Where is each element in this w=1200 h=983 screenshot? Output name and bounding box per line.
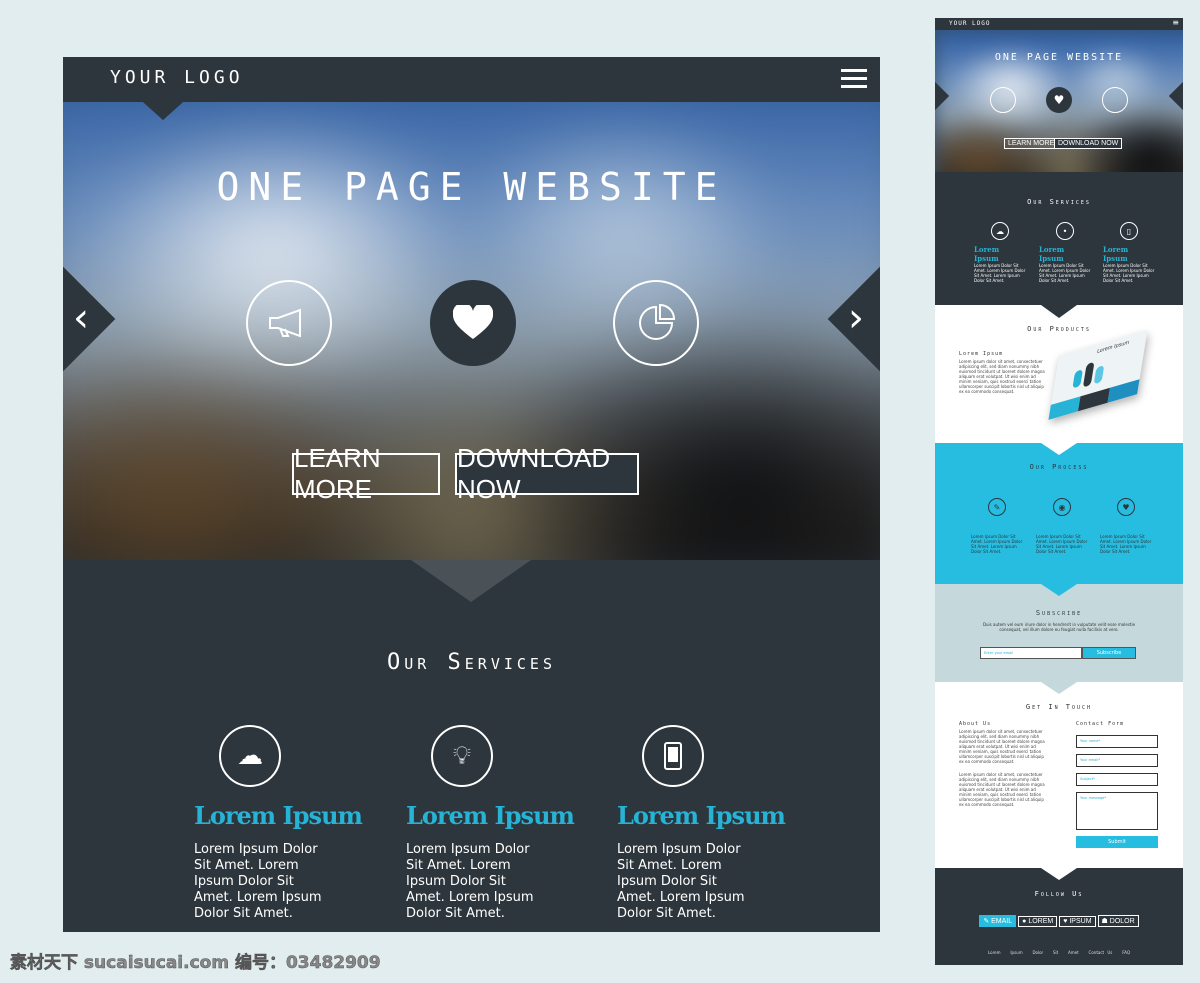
chevron-right-icon[interactable]: › <box>848 295 864 341</box>
mini-contact-title: Get In Touch <box>1025 703 1093 711</box>
footer-link[interactable]: Ipsum <box>1010 950 1022 955</box>
chevron-left-icon[interactable]: ‹ <box>73 295 89 341</box>
mini-hero: ONE PAGE WEBSITE ♥ LEARN MORE DOWNLOAD N… <box>935 30 1183 172</box>
footer-link[interactable]: FAQ <box>1122 950 1130 955</box>
mini-service-text: Lorem Ipsum Dolor Sit Amet. Lorem Ipsum … <box>974 263 1026 283</box>
logo[interactable]: YOUR LOGO <box>110 67 244 88</box>
mini-smartphone-icon: ▯ <box>1120 222 1138 240</box>
mini-submit-button[interactable]: Submit <box>1076 836 1158 848</box>
smartphone-icon <box>642 725 704 787</box>
services-section: Our Services ☁ Lorem Ipsum Lorem Ipsum D… <box>63 560 880 932</box>
service-title: Lorem Ipsum <box>617 801 786 830</box>
mini-navbar: YOUR LOGO ≡ <box>935 18 1183 30</box>
service-text: Lorem Ipsum Dolor Sit Amet. Lorem Ipsum … <box>406 842 534 921</box>
hero-banner: ONE PAGE WEBSITE ‹ › LEARN MORE DOWNLOAD… <box>63 102 880 560</box>
download-now-button[interactable]: DOWNLOAD NOW <box>455 443 639 504</box>
mini-download-button[interactable]: DOWNLOAD NOW <box>1054 138 1123 149</box>
mobile-mockup: YOUR LOGO ≡ ONE PAGE WEBSITE ♥ LEARN MOR… <box>935 18 1183 965</box>
mini-subject-input[interactable]: Subject* <box>1076 773 1158 786</box>
service-title: Lorem Ipsum <box>406 801 575 830</box>
mini-products-subtitle: Lorem Ipsum <box>959 351 1004 357</box>
mini-service-text: Lorem Ipsum Dolor Sit Amet. Lorem Ipsum … <box>1103 263 1155 283</box>
mini-process-text: Lorem Ipsum Dolor Sit Amet. Lorem Ipsum … <box>1100 534 1152 554</box>
service-text: Lorem Ipsum Dolor Sit Amet. Lorem Ipsum … <box>617 842 745 921</box>
mini-edit-icon: ✎ <box>988 498 1006 516</box>
mini-footer: Follow Us ✎ EMAIL ● LOREM ♥ IPSUM ☗ DOLOR L… <box>935 868 1183 965</box>
product-card-image: Lorem Ipsum <box>1048 330 1148 420</box>
heart-icon[interactable] <box>430 280 516 366</box>
mini-learn-more-button[interactable]: LEARN MORE <box>1004 138 1059 149</box>
service-card: ☁ Lorem Ipsum Lorem Ipsum Dolor Sit Amet… <box>194 725 374 922</box>
service-text: Lorem Ipsum Dolor Sit Amet. Lorem Ipsum … <box>194 842 322 921</box>
footer-link[interactable]: Dolor <box>1032 950 1043 955</box>
learn-more-button[interactable]: LEARN MORE <box>292 443 440 504</box>
mini-about-text: Lorem ipsum dolor sit amet, consectetuer… <box>959 729 1045 764</box>
service-card: 💡︎ Lorem Ipsum Lorem Ipsum Dolor Sit Ame… <box>406 725 586 922</box>
watermark: 素材天下 sucaisucai.com 编号：03482909 <box>10 953 381 974</box>
social-ipsum-button[interactable]: ♥ IPSUM <box>1059 916 1096 927</box>
mini-services: Our Services ☁ Lorem Ipsum Lorem Ipsum Dol… <box>935 172 1183 318</box>
navbar: YOUR LOGO <box>63 57 880 120</box>
mini-about-text: Lorem ipsum dolor sit amet, consectetuer… <box>959 772 1045 807</box>
service-card: Lorem Ipsum Lorem Ipsum Dolor Sit Amet. … <box>617 725 797 922</box>
mini-heart-icon[interactable]: ♥ <box>1046 87 1072 113</box>
mini-process-text: Lorem Ipsum Dolor Sit Amet. Lorem Ipsum … <box>971 534 1023 554</box>
social-email-button[interactable]: ✎ EMAIL <box>979 915 1017 927</box>
mini-process-text: Lorem Ipsum Dolor Sit Amet. Lorem Ipsum … <box>1036 534 1088 554</box>
mini-heart-icon: ♥ <box>1117 498 1135 516</box>
mini-subscribe: Subscribe Duis autem vel eum iriure dolo… <box>935 584 1183 682</box>
mini-follow-title: Follow Us <box>1034 890 1084 898</box>
social-lorem-button[interactable]: ● LOREM <box>1018 916 1058 927</box>
footer-link[interactable]: Contact Us <box>1089 950 1113 955</box>
mini-email-input[interactable]: Enter your email <box>980 647 1082 659</box>
mini-eye-icon: ◉ <box>1053 498 1071 516</box>
mini-services-title: Our Services <box>1027 198 1091 206</box>
mini-subscribe-button[interactable]: Subscribe <box>1082 647 1136 659</box>
cloud-icon: ☁ <box>219 725 281 787</box>
services-title: Our Services <box>386 650 556 675</box>
mini-contact-form-title: Contact Form <box>1076 721 1125 727</box>
mini-hero-title: ONE PAGE WEBSITE <box>994 52 1124 63</box>
mini-message-textarea[interactable]: Your message* <box>1076 792 1158 830</box>
megaphone-icon[interactable] <box>246 280 332 366</box>
mini-footer-links: Lorem Ipsum Dolor Sit Amet Contact Us FA… <box>935 950 1183 955</box>
mini-products: Our Products Lorem Ipsum Lorem ipsum dol… <box>935 305 1183 443</box>
footer-link[interactable]: Sit <box>1053 950 1058 955</box>
mini-products-text: Lorem ipsum dolor sit amet, consectetuer… <box>959 359 1045 394</box>
mini-pie-chart-icon[interactable] <box>1102 87 1128 113</box>
mini-logo[interactable]: YOUR LOGO <box>949 20 991 27</box>
main-mockup: YOUR LOGO ONE PAGE WEBSITE ‹ › LEARN MOR… <box>63 57 880 932</box>
social-dolor-button[interactable]: ☗ DOLOR <box>1097 915 1139 927</box>
mini-cloud-icon: ☁ <box>991 222 1009 240</box>
mini-subscribe-text: Duis autem vel eum iriure dolor in hendr… <box>982 622 1136 632</box>
mini-service-text: Lorem Ipsum Dolor Sit Amet. Lorem Ipsum … <box>1039 263 1091 283</box>
pie-chart-icon[interactable] <box>613 280 699 366</box>
mini-megaphone-icon[interactable] <box>990 87 1016 113</box>
hamburger-menu-icon[interactable] <box>841 69 867 89</box>
footer-link[interactable]: Lorem <box>988 950 1001 955</box>
mini-service-title: Lorem Ipsum <box>1039 245 1065 263</box>
mini-process: Our Process ✎ Lorem Ipsum Dolor Sit Amet.… <box>935 443 1183 584</box>
mini-name-input[interactable]: Your name* <box>1076 735 1158 748</box>
mini-email-field[interactable]: Your email* <box>1076 754 1158 767</box>
mini-service-title: Lorem Ipsum <box>1103 245 1129 263</box>
mini-subscribe-title: Subscribe <box>1035 609 1083 617</box>
hero-title: ONE PAGE WEBSITE <box>216 165 727 209</box>
service-title: Lorem Ipsum <box>194 801 363 830</box>
mini-contact: Get In Touch About Us Lorem ipsum dolor … <box>935 682 1183 868</box>
mini-about-title: About Us <box>959 721 992 727</box>
lightbulb-icon: 💡︎ <box>431 725 493 787</box>
mini-service-title: Lorem Ipsum <box>974 245 1000 263</box>
mini-hamburger-icon[interactable]: ≡ <box>1172 18 1179 27</box>
product-card-title: Lorem Ipsum <box>1096 339 1130 356</box>
footer-link[interactable]: Amet <box>1068 950 1079 955</box>
mini-lightbulb-icon: • <box>1056 222 1074 240</box>
mini-process-title: Our Process <box>1029 463 1089 471</box>
